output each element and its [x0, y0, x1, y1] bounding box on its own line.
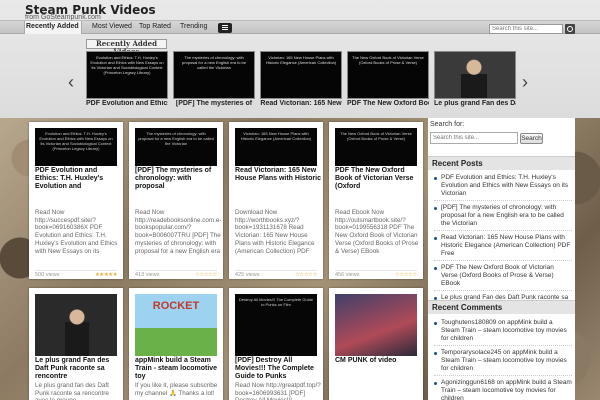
- recent-post-link[interactable]: PDF Evolution and Ethics: T.H. Huxley's …: [434, 174, 572, 201]
- nav-trending[interactable]: Trending: [180, 23, 207, 30]
- view-count: 425 views: [235, 272, 260, 278]
- video-thumbnail[interactable]: ROCKET: [135, 294, 217, 356]
- video-card[interactable]: ROCKET appMink build a Steam Train - ste…: [129, 288, 223, 400]
- video-meta: 425 views ☆☆☆☆☆: [235, 270, 318, 278]
- recent-post-link[interactable]: [PDF] The mysteries of chronology: with …: [434, 204, 572, 231]
- video-title[interactable]: Read Victorian: 165 New House Plans with…: [235, 167, 321, 183]
- carousel-item[interactable]: Le plus grand Fan des Daft: [434, 51, 516, 108]
- menu-icon[interactable]: [218, 23, 232, 33]
- carousel-thumbnail[interactable]: Victorian: 165 New House Plans with Hist…: [260, 51, 342, 99]
- carousel-item[interactable]: Evolution and Ethics: T.H. Huxley's Evol…: [86, 51, 168, 108]
- video-thumbnail[interactable]: [335, 294, 417, 356]
- carousel-thumbnail[interactable]: The New Oxford Book of Victorian Verse (…: [347, 51, 429, 99]
- nav-most-viewed[interactable]: Most Viewed: [92, 23, 132, 30]
- video-thumbnail[interactable]: [35, 294, 117, 356]
- recent-comment-item[interactable]: Agonizinggun6168 on appMink build a Stea…: [434, 379, 572, 400]
- sidebar-search-input[interactable]: [430, 132, 518, 144]
- carousel-item-label[interactable]: Read Victorian: 165 New: [260, 100, 342, 108]
- search-icon[interactable]: [565, 24, 575, 34]
- video-thumbnail[interactable]: Evolution and Ethics: T.H. Huxley's Evol…: [35, 128, 117, 166]
- video-description: Read Now http://greatpdf.top/?book=16069…: [235, 382, 321, 400]
- carousel-title: Recently Added Videos: [86, 39, 167, 56]
- video-description: Read Ebook Now http://outsmartbook.site/…: [335, 209, 419, 255]
- carousel-thumbnail[interactable]: [434, 51, 516, 99]
- recent-posts-heading: Recent Posts: [428, 156, 575, 170]
- rating-stars-icon: ☆☆☆☆☆: [394, 272, 418, 278]
- recent-comment-item[interactable]: Toughutens180809 on appMink build a Stea…: [434, 319, 572, 346]
- video-description: If you like it, please subscribe my chan…: [135, 382, 218, 397]
- recent-comment-item[interactable]: Temporarysolace245 on appMink build a St…: [434, 349, 572, 376]
- nav-top-rated[interactable]: Top Rated: [139, 23, 171, 30]
- video-meta: 456 views ☆☆☆☆☆: [335, 270, 418, 278]
- video-meta: 413 views ☆☆☆☆☆: [135, 270, 218, 278]
- recent-posts-list: PDF Evolution and Ethics: T.H. Huxley's …: [434, 174, 572, 313]
- nav-recently-added[interactable]: Recently Added: [26, 23, 79, 30]
- person-image: [461, 58, 487, 98]
- video-title[interactable]: PDF Evolution and Ethics: T.H. Huxley's …: [35, 167, 121, 191]
- rating-stars-icon: ★★★★★: [94, 272, 118, 278]
- carousel-item-label[interactable]: PDF The New Oxford Book of: [347, 100, 429, 108]
- video-card[interactable]: The mysteries of chronology: with propos…: [129, 122, 223, 279]
- view-count: 500 views: [35, 272, 60, 278]
- video-description: Le plus grand fan des Daft Punk raconte …: [35, 382, 109, 400]
- video-title[interactable]: [PDF] The mysteries of chronology: with …: [135, 167, 221, 191]
- sidebar: Search for: Search Recent Posts PDF Evol…: [428, 118, 575, 400]
- video-card[interactable]: Victorian: 165 New House Plans with Hist…: [229, 122, 323, 279]
- header-search-input[interactable]: [489, 24, 563, 34]
- video-card[interactable]: Evolution and Ethics: T.H. Huxley's Evol…: [29, 122, 123, 279]
- video-title[interactable]: Le plus grand Fan des Daft Punk raconte …: [35, 357, 121, 381]
- carousel-item-label[interactable]: Le plus grand Fan des Daft: [434, 100, 516, 108]
- carousel-prev-icon[interactable]: ‹: [68, 72, 74, 93]
- video-title[interactable]: PDF The New Oxford Book of Victorian Ver…: [335, 167, 421, 191]
- video-card[interactable]: Destroy All Movies!!! The Complete Guide…: [229, 288, 323, 400]
- carousel-item[interactable]: The New Oxford Book of Victorian Verse (…: [347, 51, 429, 108]
- recent-post-link[interactable]: PDF The New Oxford Book of Victorian Ver…: [434, 264, 572, 291]
- video-card[interactable]: Le plus grand Fan des Daft Punk raconte …: [29, 288, 123, 400]
- recent-comments-heading: Recent Comments: [428, 300, 575, 314]
- video-title[interactable]: appMink build a Steam Train - steam loco…: [135, 357, 221, 381]
- video-title[interactable]: [PDF] Destroy All Movies!!! The Complete…: [235, 357, 321, 381]
- recent-comments-list: Toughutens180809 on appMink build a Stea…: [434, 319, 572, 400]
- recent-post-link[interactable]: Read Victorian: 165 New House Plans with…: [434, 234, 572, 261]
- video-thumbnail[interactable]: The mysteries of chronology: with propos…: [135, 128, 217, 166]
- carousel-item[interactable]: Victorian: 165 New House Plans with Hist…: [260, 51, 342, 108]
- view-count: 413 views: [135, 272, 160, 278]
- rating-stars-icon: ☆☆☆☆☆: [194, 272, 218, 278]
- carousel-item-label[interactable]: [PDF] The mysteries of: [173, 100, 255, 108]
- person-image: [65, 306, 89, 356]
- video-description: Read Now http://succespdf.site/?book=069…: [35, 209, 118, 255]
- view-count: 456 views: [335, 272, 360, 278]
- video-grid: Evolution and Ethics: T.H. Huxley's Evol…: [29, 118, 426, 400]
- carousel-next-icon[interactable]: ›: [522, 72, 528, 93]
- video-thumbnail[interactable]: Victorian: 165 New House Plans with Hist…: [235, 128, 317, 166]
- carousel-item[interactable]: The mysteries of chronology: with propos…: [173, 51, 255, 108]
- rating-stars-icon: ☆☆☆☆☆: [294, 272, 318, 278]
- video-description: Read Now http://readebooksonline.com.e-b…: [135, 209, 221, 255]
- carousel-thumbnail[interactable]: Evolution and Ethics: T.H. Huxley's Evol…: [86, 51, 168, 99]
- video-card[interactable]: CM PUNK of video: [329, 288, 423, 400]
- sidebar-search-button[interactable]: Search: [520, 133, 543, 144]
- video-thumbnail[interactable]: Destroy All Movies!!! The Complete Guide…: [235, 294, 317, 356]
- video-thumbnail[interactable]: The New Oxford Book of Victorian Verse (…: [335, 128, 417, 166]
- carousel-thumbnail[interactable]: The mysteries of chronology: with propos…: [173, 51, 255, 99]
- carousel-item-label[interactable]: PDF Evolution and Ethics:: [86, 100, 168, 108]
- video-meta: 500 views ★★★★★: [35, 270, 118, 278]
- video-card[interactable]: The New Oxford Book of Victorian Verse (…: [329, 122, 423, 279]
- video-title[interactable]: CM PUNK of video: [335, 357, 421, 365]
- video-description: Download Now http://worthbooks.xyz/?book…: [235, 209, 315, 255]
- sidebar-search-label: Search for:: [430, 121, 465, 128]
